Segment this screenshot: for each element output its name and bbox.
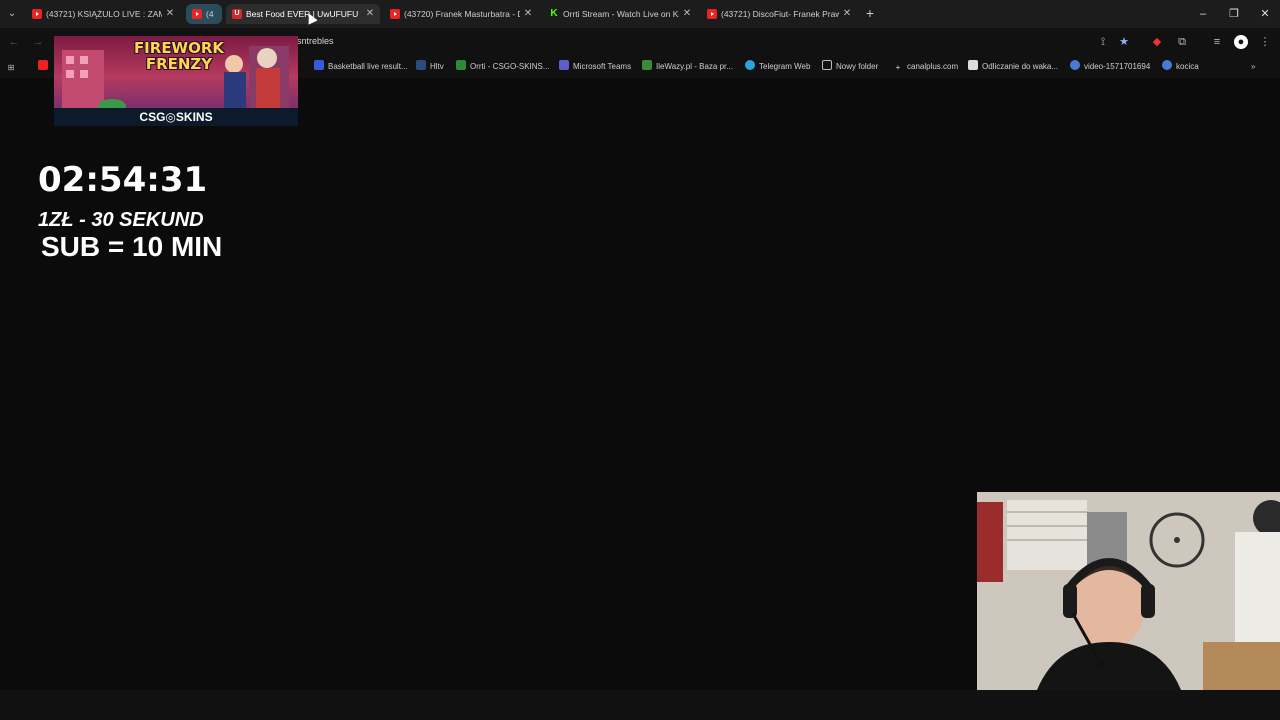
rate-donation-text: 1ZŁ - 30 SEKUND [38, 209, 204, 231]
bookmark-odliczanie[interactable]: Odliczanie do waka... [968, 60, 1058, 74]
youtube-icon [38, 60, 48, 70]
sponsor-banner: FIREWORK FRENZY CSG◎SKINS [54, 36, 298, 126]
tab-6[interactable]: (43721) DiscoFiut- Franek Praw ✕ [701, 4, 857, 24]
kick-icon: K [550, 8, 558, 19]
menu-dots-icon[interactable]: ⋮ [1258, 35, 1272, 49]
minimize-button[interactable]: – [1195, 6, 1211, 22]
kocica-icon [1162, 60, 1172, 70]
telegram-icon [745, 60, 755, 70]
close-icon[interactable]: ✕ [841, 4, 853, 24]
tab-4[interactable]: (43720) Franek Masturbatra - D ✕ [384, 4, 538, 24]
bookmark-hltv[interactable]: Hltv [416, 60, 444, 74]
bottom-bar [0, 690, 1280, 720]
tab-title: (43721) DiscoFiut- Franek Praw [721, 9, 839, 19]
tab-3-active[interactable]: U Best Food EVER | UwUFUFU ✕ [226, 4, 380, 24]
close-icon[interactable]: ✕ [522, 4, 534, 24]
tab-title: Orrti Stream - Watch Live on Ki [563, 9, 679, 19]
close-icon[interactable]: ✕ [364, 4, 376, 24]
bookmark-kocica[interactable]: kocica [1162, 60, 1199, 74]
close-icon[interactable]: ✕ [164, 4, 176, 24]
teams-icon [559, 60, 569, 70]
bookmark-csgoskins[interactable]: Orrti - CSGO-SKINS... [456, 60, 550, 74]
bookmark-telegram[interactable]: Telegram Web [745, 60, 810, 74]
bookmark-canalplus[interactable]: + canalplus.com [893, 60, 958, 74]
extensions-icon[interactable]: ⧉ [1175, 35, 1189, 49]
profile-avatar-icon[interactable]: ● [1234, 35, 1248, 49]
webcam-overlay [977, 492, 1280, 690]
banner-brand: CSG◎SKINS [139, 110, 213, 124]
youtube-icon [390, 9, 400, 19]
close-icon[interactable]: ✕ [681, 4, 693, 24]
youtube-icon [707, 9, 717, 19]
csgoskins-icon [456, 60, 466, 70]
forward-button[interactable]: → [30, 34, 46, 50]
extension-red-icon[interactable]: ◆ [1150, 35, 1164, 49]
uwufufu-icon: U [232, 9, 242, 19]
apps-grid-icon[interactable]: ⊞ [6, 60, 20, 74]
video-icon [1070, 60, 1080, 70]
basketball-icon [314, 60, 324, 70]
canalplus-icon: + [895, 63, 901, 72]
hltv-icon [416, 60, 426, 70]
bookmark-video[interactable]: video-1571701694 [1070, 60, 1150, 74]
banner-title: FIREWORK FRENZY [133, 39, 225, 73]
rate-sub-text: SUB = 10 MIN [41, 231, 223, 262]
translate-icon[interactable]: ⟟ [1096, 35, 1110, 49]
tab-1[interactable]: (43721) KSIĄŻULO LIVE : ZAMY ✕ [26, 4, 180, 24]
media-control-icon[interactable]: ≡ [1210, 35, 1224, 49]
youtube-icon [32, 9, 42, 19]
address-text: sntrebles [297, 36, 334, 46]
tab-5[interactable]: K Orrti Stream - Watch Live on Ki ✕ [543, 4, 697, 24]
bookmark-folder[interactable]: Nowy folder [822, 60, 878, 74]
folder-icon [822, 60, 832, 70]
bookmark-star-icon[interactable]: ★ [1117, 35, 1131, 49]
more-bookmarks-icon[interactable]: » [1251, 60, 1255, 74]
tab-title: (4 [206, 9, 214, 19]
countdown-timer: 02:54:31 [38, 160, 208, 200]
new-tab-button[interactable]: + [863, 5, 877, 21]
bookmark-ilewazy[interactable]: IleWazy.pl - Baza pr... [642, 60, 733, 74]
bookmark-basketball[interactable]: Basketball live result... [314, 60, 408, 74]
bookmark-teams[interactable]: Microsoft Teams [559, 60, 631, 74]
restore-button[interactable]: ❐ [1226, 6, 1242, 22]
youtube-icon [192, 9, 202, 19]
tab-title: Best Food EVER | UwUFUFU [246, 9, 359, 19]
tab-2[interactable]: (4 [186, 4, 222, 24]
tab-title: (43720) Franek Masturbatra - D [404, 9, 520, 19]
tab-strip: ⌄ (43721) KSIĄŻULO LIVE : ZAMY ✕ (4 U Be… [0, 0, 1280, 28]
back-button[interactable]: ← [6, 34, 22, 50]
webcam-feed [977, 492, 1280, 690]
close-window-button[interactable]: ✕ [1257, 6, 1273, 22]
youtube-bookmark[interactable] [38, 60, 52, 74]
tab-search-chevron-icon[interactable]: ⌄ [4, 6, 20, 22]
tab-title: (43721) KSIĄŻULO LIVE : ZAMY [46, 9, 162, 19]
calendar-icon [968, 60, 978, 70]
ilewazy-icon [642, 60, 652, 70]
